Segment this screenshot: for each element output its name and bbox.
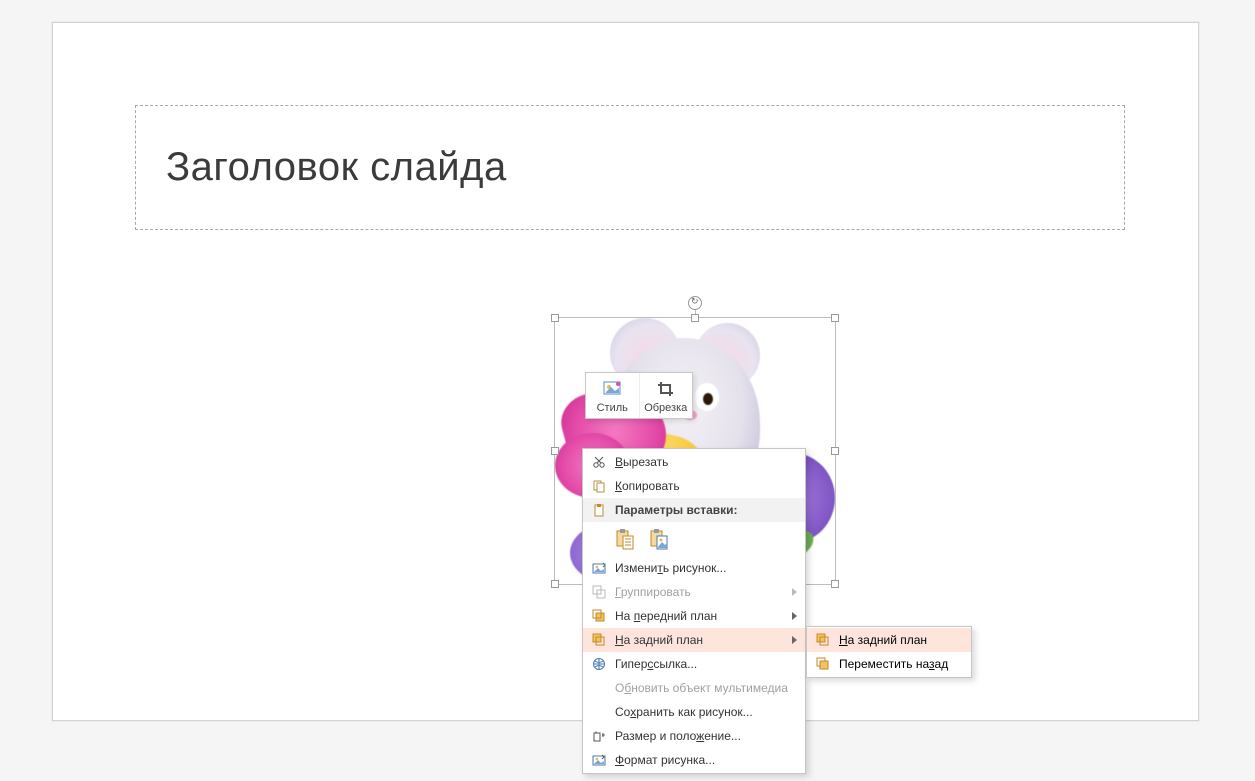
send-to-back-icon — [587, 628, 611, 652]
send-to-back-submenu: На задний план Переместить назад — [806, 626, 972, 678]
menu-size-position-label: Размер и положение... — [611, 729, 797, 743]
resize-handle-mr[interactable] — [831, 447, 839, 455]
submenu-send-to-back-label: На задний план — [835, 633, 963, 647]
menu-change-picture[interactable]: Изменить рисунок... — [583, 556, 805, 580]
menu-group: Группировать — [583, 580, 805, 604]
menu-change-picture-label: Изменить рисунок... — [611, 561, 797, 575]
paste-option-picture[interactable] — [645, 525, 673, 553]
chevron-right-icon — [792, 612, 797, 620]
resize-handle-tl[interactable] — [551, 314, 559, 322]
menu-format-picture-label: Формат рисунка... — [611, 753, 797, 767]
menu-cut-label: Вырезать — [611, 455, 797, 469]
submenu-send-backward-label: Переместить назад — [835, 657, 963, 671]
resize-handle-bl[interactable] — [551, 580, 559, 588]
submenu-send-to-back[interactable]: На задний план — [807, 628, 971, 652]
resize-handle-tr[interactable] — [831, 314, 839, 322]
mini-crop-label: Обрезка — [644, 402, 687, 414]
picture-style-icon — [602, 379, 622, 399]
size-position-icon — [587, 724, 611, 748]
mini-style-label: Стиль — [597, 402, 628, 414]
context-menu: Вырезать Копировать Параметры вставки: И… — [582, 448, 806, 774]
menu-hyperlink[interactable]: Гиперссылка... — [583, 652, 805, 676]
paste-options-row — [583, 522, 805, 556]
submenu-send-backward[interactable]: Переместить назад — [807, 652, 971, 676]
mini-crop-button[interactable]: Обрезка — [639, 373, 693, 418]
title-placeholder[interactable]: Заголовок слайда — [135, 105, 1125, 230]
clipboard-picture-icon — [649, 528, 669, 550]
clipboard-icon — [587, 498, 611, 522]
crop-icon — [656, 379, 676, 399]
menu-bring-to-front[interactable]: На передний план — [583, 604, 805, 628]
paste-option-keep-source[interactable] — [611, 525, 639, 553]
copy-icon — [587, 474, 611, 498]
rotate-handle[interactable] — [688, 296, 702, 310]
resize-handle-tm[interactable] — [691, 314, 699, 322]
mini-toolbar: Стиль Обрезка — [585, 372, 693, 419]
menu-paste-options-label: Параметры вставки: — [611, 503, 797, 517]
menu-update-media-label: Обновить объект мультимедиа — [611, 681, 797, 695]
menu-save-as-picture[interactable]: Сохранить как рисунок... — [583, 700, 805, 724]
menu-paste-options-header: Параметры вставки: — [583, 498, 805, 522]
resize-handle-br[interactable] — [831, 580, 839, 588]
menu-send-to-back-label: На задний план — [611, 633, 786, 647]
hyperlink-icon — [587, 652, 611, 676]
send-to-back-icon — [811, 628, 835, 652]
menu-size-and-position[interactable]: Размер и положение... — [583, 724, 805, 748]
menu-update-media: Обновить объект мультимедиа — [583, 676, 805, 700]
scissors-icon — [587, 450, 611, 474]
menu-hyperlink-label: Гиперссылка... — [611, 657, 797, 671]
bring-to-front-icon — [587, 604, 611, 628]
menu-format-picture[interactable]: Формат рисунка... — [583, 748, 805, 772]
send-backward-icon — [811, 652, 835, 676]
menu-cut[interactable]: Вырезать — [583, 450, 805, 474]
change-picture-icon — [587, 556, 611, 580]
menu-copy[interactable]: Копировать — [583, 474, 805, 498]
menu-group-label: Группировать — [611, 585, 786, 599]
group-icon — [587, 580, 611, 604]
slide-title-text: Заголовок слайда — [166, 145, 507, 190]
chevron-right-icon — [792, 636, 797, 644]
menu-send-to-back[interactable]: На задний план — [583, 628, 805, 652]
menu-copy-label: Копировать — [611, 479, 797, 493]
blank-icon — [587, 676, 611, 700]
blank-icon — [587, 700, 611, 724]
chevron-right-icon — [792, 588, 797, 596]
resize-handle-ml[interactable] — [551, 447, 559, 455]
menu-bring-to-front-label: На передний план — [611, 609, 786, 623]
mini-style-button[interactable]: Стиль — [586, 373, 639, 418]
format-picture-icon — [587, 748, 611, 772]
clipboard-paste-icon — [615, 528, 635, 550]
menu-save-as-picture-label: Сохранить как рисунок... — [611, 705, 797, 719]
